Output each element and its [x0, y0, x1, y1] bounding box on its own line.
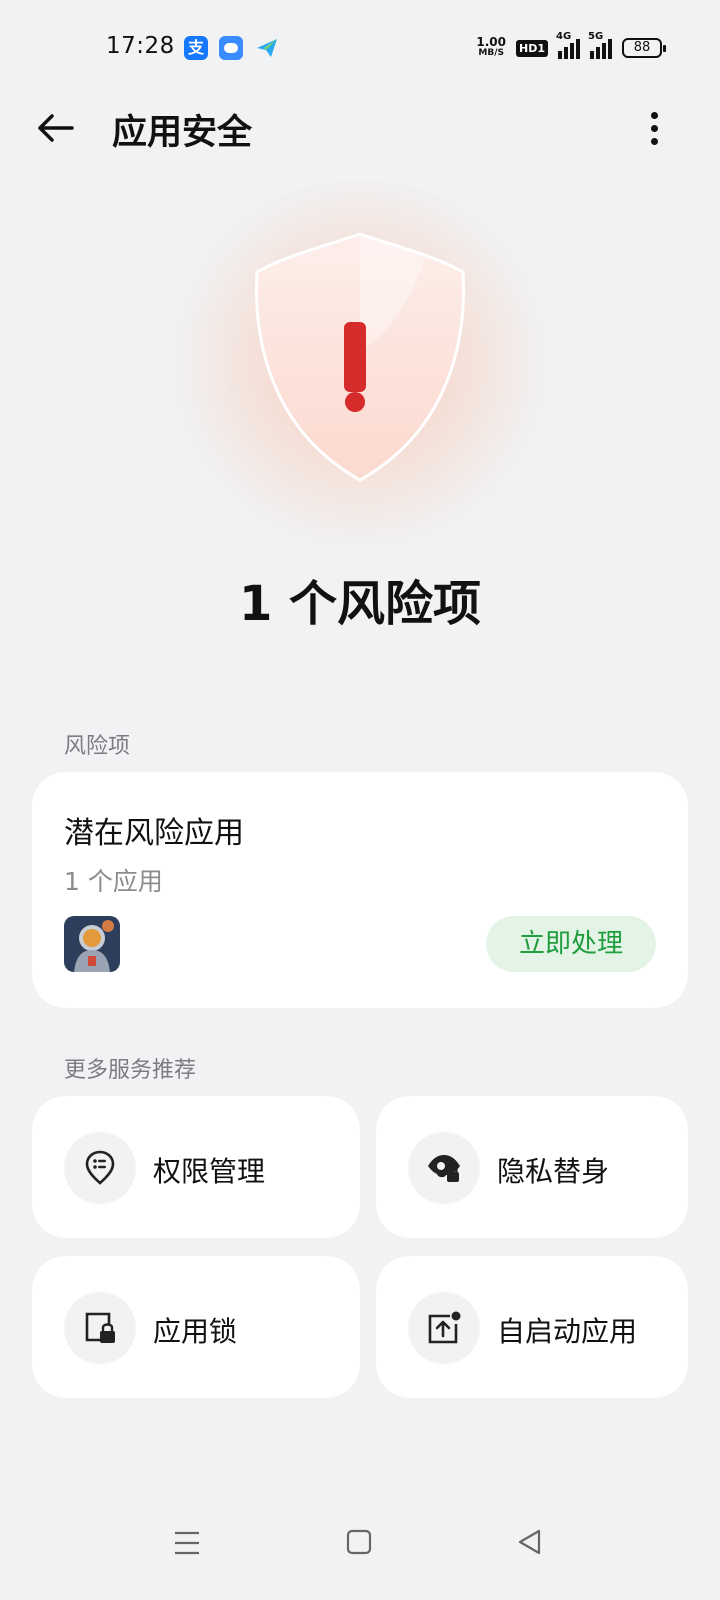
signal-5g-icon: 5G [588, 31, 612, 59]
alipay-icon: 支 [184, 36, 208, 60]
risky-app-icon[interactable] [64, 916, 120, 972]
service-app-lock[interactable]: 应用锁 [32, 1256, 360, 1398]
service-label: 隐私替身 [497, 1155, 610, 1188]
risk-card-subtitle: 1 个应用 [64, 867, 163, 896]
risk-app-card[interactable]: 潜在风险应用 1 个应用 立即处理 [32, 772, 688, 1008]
exclamation-mark [344, 322, 366, 392]
hd-voice-badge: HD1 [516, 39, 548, 57]
service-auto-start-apps[interactable]: 自启动应用 [376, 1256, 688, 1398]
service-label: 权限管理 [153, 1155, 266, 1188]
services-section-label: 更多服务推荐 [64, 1058, 197, 1083]
system-navigation-bar [0, 1512, 720, 1600]
home-square-icon[interactable] [346, 1528, 372, 1556]
status-bar: 17:28 支 1.00 MB/S HD1 4G 5G 88 [0, 0, 720, 96]
service-label: 自启动应用 [497, 1315, 638, 1348]
send-icon [255, 36, 279, 60]
handle-now-button[interactable]: 立即处理 [486, 916, 656, 972]
app-header: 应用安全 [0, 96, 720, 160]
network-speed: 1.00 MB/S [476, 35, 506, 58]
permission-icon [64, 1132, 136, 1204]
page-title: 应用安全 [112, 113, 253, 153]
weather-icon [219, 36, 243, 60]
more-vertical-icon [644, 112, 664, 145]
battery-icon: 88 [622, 38, 666, 58]
service-permission-management[interactable]: 权限管理 [32, 1096, 360, 1238]
recents-menu-icon[interactable] [174, 1530, 200, 1556]
app-lock-icon [64, 1292, 136, 1364]
signal-4g-icon: 4G [556, 31, 580, 59]
status-time: 17:28 [106, 33, 175, 59]
back-triangle-icon[interactable] [517, 1528, 543, 1556]
privacy-icon [408, 1132, 480, 1204]
arrow-left-icon [38, 114, 74, 142]
service-label: 应用锁 [153, 1315, 238, 1348]
auto-start-icon [408, 1292, 480, 1364]
risk-section-label: 风险项 [64, 734, 131, 759]
risk-card-title: 潜在风险应用 [64, 816, 244, 851]
more-options-button[interactable] [644, 108, 664, 148]
service-privacy-substitute[interactable]: 隐私替身 [376, 1096, 688, 1238]
back-button[interactable] [34, 108, 78, 148]
shield-warning-icon [235, 230, 485, 492]
risk-count-heading: 1 个风险项 [238, 576, 482, 632]
